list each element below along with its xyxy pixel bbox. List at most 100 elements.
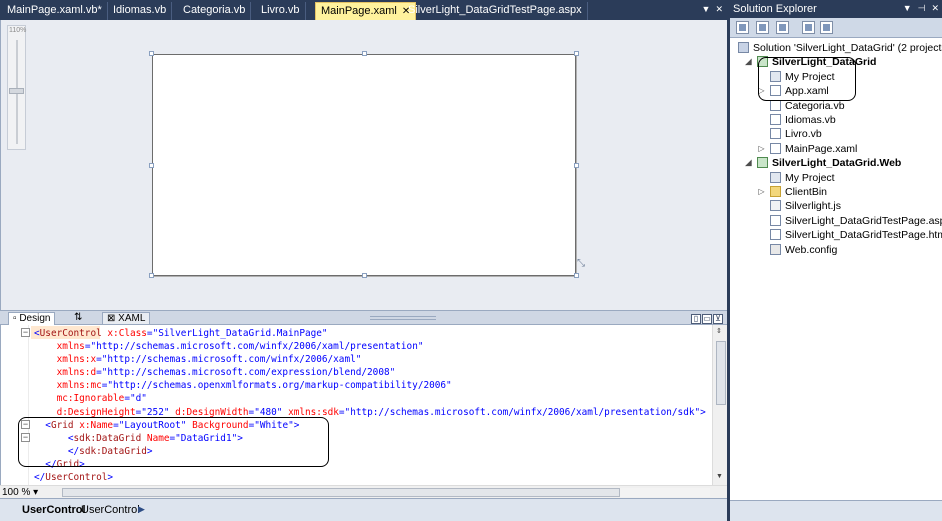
tree-item[interactable]: Livro.vb — [770, 127, 822, 141]
code-token: </ — [34, 472, 46, 484]
tab-design[interactable]: ▫ Design — [8, 312, 56, 325]
tree-item[interactable]: SilverLight_DataGridTestPage.aspx — [770, 214, 942, 228]
code-line[interactable]: xmlns:x="http://schemas.microsoft.com/wi… — [34, 353, 706, 366]
collapse-icon[interactable]: ◢ — [744, 55, 753, 69]
code-line[interactable]: xmlns:d="http://schemas.microsoft.com/ex… — [34, 366, 706, 379]
tab-label: Categoria.vb — [183, 4, 246, 16]
breadcrumb-type[interactable]: UserControl — [81, 504, 140, 516]
chevron-down-icon: ▾ — [33, 487, 39, 498]
chevron-down-icon[interactable]: ▼ — [903, 3, 912, 13]
code-token: mc:Ignorable — [56, 393, 125, 405]
code-token: "d" — [129, 393, 147, 405]
chevron-down-icon[interactable]: ▼ — [702, 4, 711, 14]
collapse-pane-icon[interactable]: ⊻ — [713, 314, 723, 324]
code-token: d:DesignWidth — [175, 406, 249, 418]
usercontrol-artboard[interactable] — [152, 54, 576, 276]
resize-handle[interactable] — [574, 163, 579, 168]
chevron-right-icon[interactable]: ▶ — [138, 504, 145, 515]
zoom-slider[interactable]: 110% — [7, 25, 26, 150]
resize-handle[interactable] — [149, 163, 154, 168]
tree-item[interactable]: Silverlight.js — [770, 199, 841, 213]
resize-handle[interactable] — [362, 273, 367, 278]
zoom-thumb[interactable] — [9, 88, 24, 94]
tab-idiomas-vb[interactable]: Idiomas.vb — [108, 2, 173, 20]
collapse-icon[interactable]: ◢ — [744, 156, 753, 170]
aspx-file-icon — [770, 214, 781, 226]
myproject-icon — [770, 171, 781, 183]
zoom-dropdown[interactable]: 100 % ▾ — [2, 487, 38, 498]
close-icon[interactable]: ✕ — [931, 3, 939, 13]
scroll-thumb[interactable] — [716, 341, 726, 405]
solution-explorer-toolbar — [730, 18, 942, 38]
tree-item[interactable]: My Project — [770, 171, 835, 185]
horizontal-split-icon[interactable]: ▯ — [691, 314, 701, 324]
tab-mainpage-xaml[interactable]: MainPage.xaml ✕ — [315, 2, 417, 20]
splitter-grip[interactable] — [370, 316, 436, 320]
tab-testpage-aspx[interactable]: SilverLight_DataGridTestPage.aspx — [403, 2, 588, 20]
code-line[interactable]: <UserControl x:Class="SilverLight_DataGr… — [34, 327, 706, 340]
code-line[interactable]: mc:Ignorable="d" — [34, 392, 706, 405]
document-tab-strip: MainPage.xaml.vb* Idiomas.vb Categoria.v… — [0, 0, 727, 20]
code-token: > — [107, 472, 114, 484]
code-token: "http://schemas.microsoft.com/expression… — [101, 367, 396, 379]
scroll-thumb[interactable] — [62, 488, 620, 497]
vb-file-icon — [770, 128, 781, 140]
split-view-buttons: ▯ ▭ ⊻ — [690, 312, 723, 324]
tree-item[interactable]: ◢ SilverLight_DataGrid.Web — [745, 156, 901, 170]
code-line[interactable]: </UserControl> — [34, 471, 706, 484]
tree-item-label: Livro.vb — [785, 128, 822, 141]
pin-icon[interactable]: ⊣ — [918, 3, 926, 13]
tab-categoria-vb[interactable]: Categoria.vb — [178, 2, 252, 20]
xaml-code-editor[interactable]: − − − <UserControl x:Class="SilverLight_… — [0, 325, 728, 485]
design-surface[interactable]: 110% ⤡ — [0, 20, 727, 310]
tree-item-label: Solution 'SilverLight_DataGrid' (2 proje… — [753, 42, 942, 54]
resize-handle[interactable] — [149, 51, 154, 56]
tab-mainpage-xaml-vb[interactable]: MainPage.xaml.vb* — [2, 2, 108, 20]
code-token: "252" — [141, 406, 170, 418]
resize-handle[interactable] — [362, 51, 367, 56]
vertical-scrollbar[interactable]: ⇕ ▼ — [712, 325, 728, 485]
horizontal-scrollbar[interactable] — [62, 488, 710, 497]
expand-icon[interactable]: ▷ — [757, 185, 766, 199]
resize-grip-icon[interactable]: ⤡ — [577, 258, 588, 269]
vertical-split-icon[interactable]: ▭ — [702, 314, 712, 324]
tab-label: MainPage.xaml — [321, 5, 397, 17]
split-icon[interactable]: ⇕ — [716, 327, 722, 335]
breadcrumb-element[interactable]: UserControl — [22, 504, 86, 516]
code-token: > — [700, 406, 706, 418]
resize-handle[interactable] — [574, 51, 579, 56]
tree-item[interactable]: ▷ MainPage.xaml — [758, 142, 858, 156]
code-line[interactable]: xmlns="http://schemas.microsoft.com/winf… — [34, 340, 706, 353]
show-all-files-icon[interactable] — [756, 21, 769, 34]
zoom-level-label: 110% — [9, 27, 27, 34]
tab-livro-vb[interactable]: Livro.vb — [256, 2, 306, 20]
tree-item[interactable]: ▷ ClientBin — [758, 185, 827, 199]
tree-item[interactable]: Idiomas.vb — [770, 113, 836, 127]
tree-item[interactable]: SilverLight_DataGridTestPage.html — [770, 228, 942, 242]
expand-icon[interactable]: ▷ — [757, 142, 766, 156]
tree-item[interactable]: Web.config — [770, 243, 837, 257]
code-token: "http://schemas.microsoft.com/winfx/2006… — [344, 406, 701, 418]
close-icon[interactable]: ✕ — [715, 4, 723, 14]
resize-handle[interactable] — [149, 273, 154, 278]
swap-panes-button[interactable]: ⇅ — [70, 312, 86, 325]
scroll-down-icon[interactable]: ▼ — [716, 473, 723, 480]
code-line[interactable]: xmlns:mc="http://schemas.openxmlformats.… — [34, 379, 706, 392]
tab-label: Idiomas.vb — [113, 4, 167, 16]
tab-xaml[interactable]: ⊠ XAML — [102, 312, 151, 325]
tree-item-label: MainPage.xaml — [785, 142, 858, 155]
tree-item-label: Categoria.vb — [785, 99, 845, 112]
refresh-icon[interactable] — [776, 21, 789, 34]
properties-icon[interactable] — [736, 21, 749, 34]
resize-handle[interactable] — [574, 273, 579, 278]
code-token: xmlns:mc — [56, 380, 102, 392]
tree-item[interactable]: Solution 'SilverLight_DataGrid' (2 proje… — [738, 41, 942, 55]
view-code-icon[interactable] — [802, 21, 815, 34]
view-designer-icon[interactable] — [820, 21, 833, 34]
collapse-icon[interactable]: − — [21, 328, 30, 337]
design-xaml-split-bar: ▫ Design ⇅ ⊠ XAML ▯ ▭ ⊻ — [0, 310, 727, 325]
